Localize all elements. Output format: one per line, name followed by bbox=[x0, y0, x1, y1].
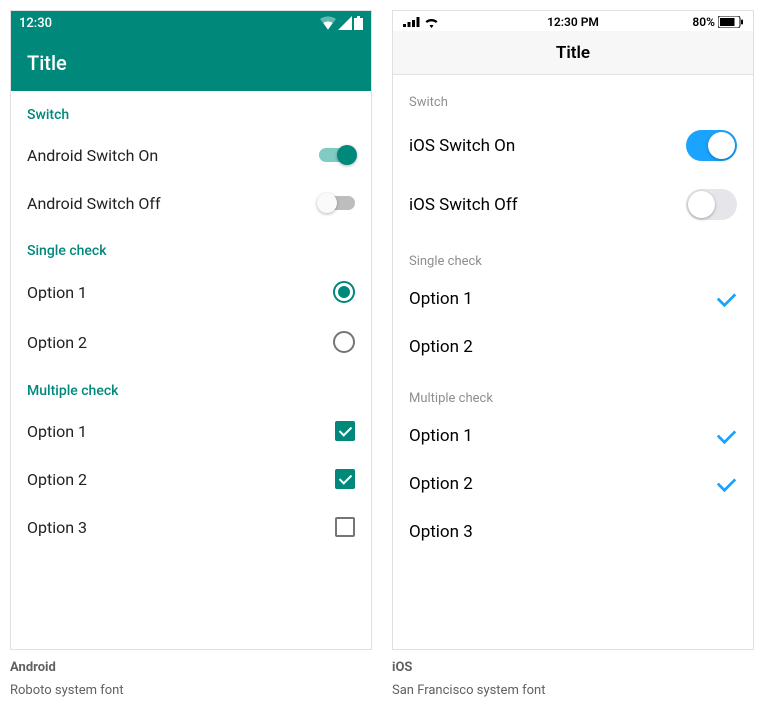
switch-row-on[interactable]: iOS Switch On bbox=[393, 116, 753, 175]
checkbox-checked-icon[interactable] bbox=[335, 421, 355, 441]
switch-off-label: iOS Switch Off bbox=[409, 195, 518, 215]
multi-opt2-label: Option 2 bbox=[409, 474, 473, 494]
single-opt2-label: Option 2 bbox=[27, 333, 87, 352]
single-opt1-label: Option 1 bbox=[409, 289, 473, 309]
multi-row-3[interactable]: Option 3 bbox=[11, 503, 371, 551]
multi-opt1-label: Option 1 bbox=[27, 422, 87, 441]
single-row-1[interactable]: Option 1 bbox=[393, 275, 753, 323]
multi-opt1-label: Option 1 bbox=[409, 426, 473, 446]
cell-signal-icon bbox=[338, 16, 352, 30]
battery-icon bbox=[354, 16, 363, 30]
switch-on-label: iOS Switch On bbox=[409, 136, 515, 156]
single-row-2[interactable]: Option 2 bbox=[393, 323, 753, 371]
radio-selected-icon[interactable] bbox=[333, 281, 355, 303]
multi-row-2[interactable]: Option 2 bbox=[11, 455, 371, 503]
caption-sub: San Francisco system font bbox=[392, 683, 754, 698]
single-opt1-label: Option 1 bbox=[27, 283, 87, 302]
switch-row-on[interactable]: Android Switch On bbox=[11, 131, 371, 179]
multi-row-2[interactable]: Option 2 bbox=[393, 460, 753, 508]
multi-row-1[interactable]: Option 1 bbox=[11, 407, 371, 455]
nav-title: Title bbox=[556, 43, 590, 63]
section-header-single: Single check bbox=[393, 234, 753, 275]
switch-toggle-on[interactable] bbox=[319, 145, 355, 165]
checkbox-unchecked-icon[interactable] bbox=[335, 517, 355, 537]
multi-row-3[interactable]: Option 3 bbox=[393, 508, 753, 556]
switch-toggle-off[interactable] bbox=[686, 189, 737, 220]
switch-toggle-on[interactable] bbox=[686, 130, 737, 161]
checkmark-icon bbox=[717, 426, 737, 446]
multi-opt3-label: Option 3 bbox=[27, 518, 87, 537]
android-status-bar: 12:30 bbox=[11, 11, 371, 35]
status-time: 12:30 bbox=[19, 16, 52, 31]
ios-device: 12:30 PM 80% Title Switch iOS Switch On … bbox=[392, 10, 754, 650]
android-caption: Android Roboto system font bbox=[10, 660, 372, 698]
caption-title: Android bbox=[10, 660, 372, 675]
app-title: Title bbox=[27, 51, 67, 75]
single-row-1[interactable]: Option 1 bbox=[11, 267, 371, 317]
section-header-switch: Switch bbox=[11, 91, 371, 131]
android-device: 12:30 Title Switch Android Switch On An bbox=[10, 10, 372, 650]
wifi-icon bbox=[320, 16, 336, 30]
switch-row-off[interactable]: iOS Switch Off bbox=[393, 175, 753, 234]
ios-caption: iOS San Francisco system font bbox=[392, 660, 754, 698]
android-app-bar: Title bbox=[11, 35, 371, 91]
multi-row-1[interactable]: Option 1 bbox=[393, 412, 753, 460]
section-header-single: Single check bbox=[11, 227, 371, 267]
single-row-2[interactable]: Option 2 bbox=[11, 317, 371, 367]
ios-nav-bar: Title bbox=[393, 31, 753, 75]
multi-opt3-label: Option 3 bbox=[409, 522, 473, 542]
status-time: 12:30 PM bbox=[393, 15, 753, 29]
section-header-multi: Multiple check bbox=[393, 371, 753, 412]
checkbox-checked-icon[interactable] bbox=[335, 469, 355, 489]
switch-on-label: Android Switch On bbox=[27, 146, 158, 165]
multi-opt2-label: Option 2 bbox=[27, 470, 87, 489]
section-header-switch: Switch bbox=[393, 75, 753, 116]
switch-row-off[interactable]: Android Switch Off bbox=[11, 179, 371, 227]
caption-sub: Roboto system font bbox=[10, 683, 372, 698]
checkmark-placeholder bbox=[717, 337, 737, 357]
ios-status-bar: 12:30 PM 80% bbox=[393, 11, 753, 31]
caption-title: iOS bbox=[392, 660, 754, 675]
single-opt2-label: Option 2 bbox=[409, 337, 473, 357]
switch-toggle-off[interactable] bbox=[319, 193, 355, 213]
checkmark-placeholder bbox=[717, 522, 737, 542]
checkmark-icon bbox=[717, 289, 737, 309]
section-header-multi: Multiple check bbox=[11, 367, 371, 407]
switch-off-label: Android Switch Off bbox=[27, 194, 161, 213]
radio-unselected-icon[interactable] bbox=[333, 331, 355, 353]
checkmark-icon bbox=[717, 474, 737, 494]
